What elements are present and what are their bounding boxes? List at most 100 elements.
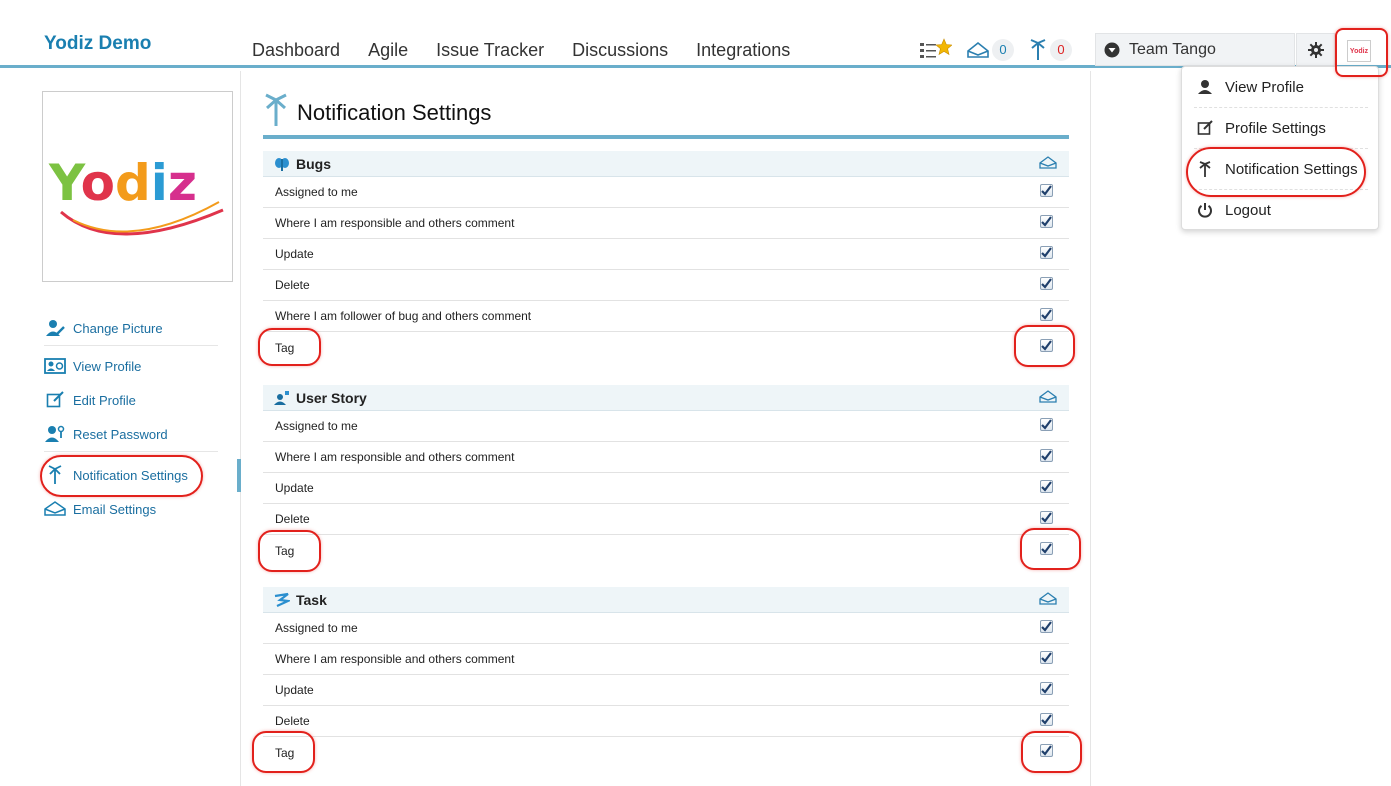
nav-integrations[interactable]: Integrations <box>696 40 790 61</box>
sidebar-item-notification-settings[interactable]: Notification Settings <box>44 462 188 488</box>
section-header: Task <box>263 587 1069 613</box>
setting-row: Tag <box>263 535 1069 566</box>
setting-row: Assigned to me <box>263 613 1069 644</box>
title-rule <box>263 135 1069 139</box>
section-title: User Story <box>296 389 367 406</box>
top-bar: Yodiz Demo Dashboard Agile Issue Tracker… <box>0 0 1391 68</box>
menu-item-profile-settings[interactable]: Profile Settings <box>1196 113 1366 143</box>
sidebar-item-change-picture[interactable]: Change Picture <box>44 315 163 341</box>
divider <box>1194 148 1368 149</box>
notifications-count: 0 <box>1050 39 1072 61</box>
setting-label: Delete <box>275 278 310 292</box>
user-menu-dropdown: View Profile Profile Settings Notificati… <box>1181 66 1379 230</box>
brand-logo[interactable]: Yodiz Demo <box>44 33 151 55</box>
email-icon[interactable] <box>1039 156 1057 175</box>
avatar-logo-text: Yodiz <box>1349 47 1369 55</box>
view-profile-icon <box>44 357 66 375</box>
setting-label: Assigned to me <box>275 185 358 199</box>
setting-label: Delete <box>275 512 310 526</box>
divider <box>44 451 218 452</box>
nav-issue-tracker[interactable]: Issue Tracker <box>436 40 544 61</box>
messages-count: 0 <box>992 39 1014 61</box>
setting-checkbox[interactable] <box>1040 713 1053 726</box>
power-icon <box>1196 202 1214 218</box>
menu-item-notification-settings[interactable]: Notification Settings <box>1196 154 1366 184</box>
setting-label: Tag <box>275 340 295 355</box>
setting-checkbox[interactable] <box>1040 339 1053 352</box>
setting-label: Where I am responsible and others commen… <box>275 652 515 666</box>
settings-button[interactable] <box>1296 33 1335 66</box>
profile-picture: Yodiz <box>42 91 233 282</box>
setting-label: Delete <box>275 714 310 728</box>
email-icon[interactable] <box>1039 390 1057 409</box>
setting-row: Tag <box>263 737 1069 768</box>
divider <box>44 345 218 346</box>
menu-item-logout[interactable]: Logout <box>1196 195 1366 225</box>
setting-checkbox[interactable] <box>1040 480 1053 493</box>
setting-checkbox[interactable] <box>1040 215 1053 228</box>
setting-checkbox[interactable] <box>1040 308 1053 321</box>
top-icons: 0 0 <box>918 38 1086 62</box>
task-icon <box>274 592 290 607</box>
page-title: Notification Settings <box>263 93 491 133</box>
sidebar-item-label: Reset Password <box>73 426 168 442</box>
setting-label: Tag <box>275 745 295 760</box>
setting-checkbox[interactable] <box>1040 184 1053 197</box>
sidebar-item-label: Email Settings <box>73 501 157 517</box>
favorites-button[interactable] <box>918 38 952 62</box>
sidebar-item-label: Change Picture <box>73 320 163 336</box>
setting-label: Tag <box>275 543 295 558</box>
user-avatar-button[interactable]: Yodiz <box>1339 33 1379 69</box>
setting-checkbox[interactable] <box>1040 651 1053 664</box>
setting-row: Delete <box>263 706 1069 737</box>
email-icon[interactable] <box>1039 592 1057 611</box>
setting-label: Where I am responsible and others commen… <box>275 450 515 464</box>
setting-checkbox[interactable] <box>1040 277 1053 290</box>
nav-agile[interactable]: Agile <box>368 40 408 61</box>
notification-icon <box>44 465 66 485</box>
chevron-down-icon <box>1104 42 1120 57</box>
menu-item-label: Logout <box>1225 201 1271 219</box>
setting-checkbox[interactable] <box>1040 620 1053 633</box>
notifications-button[interactable]: 0 <box>1028 39 1072 61</box>
sidebar-item-reset-password[interactable]: Reset Password <box>44 421 168 447</box>
email-icon <box>44 501 66 517</box>
menu-item-label: Notification Settings <box>1225 160 1358 178</box>
notification-icon <box>1196 161 1214 177</box>
page-title-text: Notification Settings <box>297 100 492 125</box>
sidebar-item-label: View Profile <box>73 358 142 374</box>
active-indicator <box>237 459 241 492</box>
team-selector[interactable]: Team Tango <box>1095 33 1295 66</box>
setting-row: Assigned to me <box>263 177 1069 208</box>
setting-checkbox[interactable] <box>1040 542 1053 555</box>
sidebar-item-email-settings[interactable]: Email Settings <box>44 496 156 522</box>
setting-checkbox[interactable] <box>1040 744 1053 757</box>
setting-checkbox[interactable] <box>1040 449 1053 462</box>
divider <box>1090 71 1091 786</box>
sidebar-item-view-profile[interactable]: View Profile <box>44 353 141 379</box>
setting-checkbox[interactable] <box>1040 418 1053 431</box>
messages-button[interactable]: 0 <box>966 39 1014 61</box>
sidebar-item-edit-profile[interactable]: Edit Profile <box>44 387 136 413</box>
nav-dashboard[interactable]: Dashboard <box>252 40 340 61</box>
setting-label: Update <box>275 247 314 261</box>
messages-icon <box>967 41 989 58</box>
setting-checkbox[interactable] <box>1040 246 1053 259</box>
nav-discussions[interactable]: Discussions <box>572 40 668 61</box>
menu-item-label: View Profile <box>1225 78 1304 96</box>
setting-checkbox[interactable] <box>1040 682 1053 695</box>
notification-icon <box>1030 39 1046 60</box>
gear-icon <box>1307 41 1324 58</box>
setting-label: Where I am responsible and others commen… <box>275 216 515 230</box>
setting-row: Delete <box>263 504 1069 535</box>
setting-checkbox[interactable] <box>1040 511 1053 524</box>
svg-text:Yodiz: Yodiz <box>48 154 197 212</box>
menu-item-view-profile[interactable]: View Profile <box>1196 72 1366 102</box>
setting-row: Tag <box>263 332 1069 363</box>
avatar: Yodiz <box>1347 40 1371 62</box>
main-nav: Dashboard Agile Issue Tracker Discussion… <box>252 40 818 61</box>
yodiz-logo: Yodiz <box>48 154 224 236</box>
profile-sidebar: Yodiz Change Picture View Profile Edit P… <box>0 71 241 786</box>
section-header: Bugs <box>263 151 1069 177</box>
edit-icon <box>1196 120 1214 136</box>
